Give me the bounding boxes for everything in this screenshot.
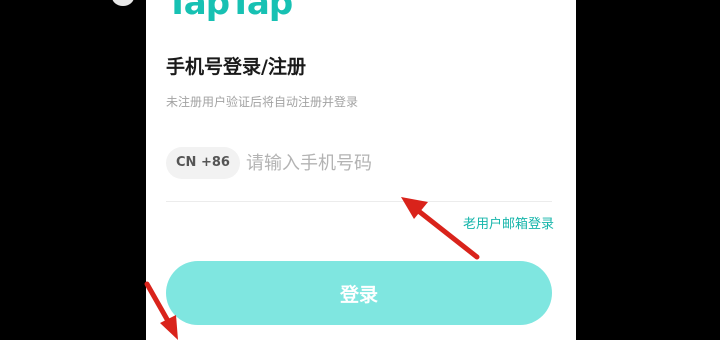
country-code-selector[interactable]: CN +86 bbox=[166, 147, 240, 179]
screen: TapTap 手机号登录/注册 未注册用户验证后将自动注册并登录 CN +86 … bbox=[0, 0, 720, 340]
status-dot bbox=[112, 0, 134, 6]
input-divider bbox=[166, 201, 552, 202]
taptap-logo: TapTap bbox=[166, 0, 293, 23]
page-title: 手机号登录/注册 bbox=[166, 56, 306, 78]
phone-input[interactable] bbox=[246, 146, 546, 180]
page-subtitle: 未注册用户验证后将自动注册并登录 bbox=[166, 95, 359, 109]
email-login-link[interactable]: 老用户邮箱登录 bbox=[463, 213, 554, 232]
login-panel: TapTap 手机号登录/注册 未注册用户验证后将自动注册并登录 CN +86 … bbox=[146, 0, 576, 340]
login-button[interactable]: 登录 bbox=[166, 261, 552, 325]
